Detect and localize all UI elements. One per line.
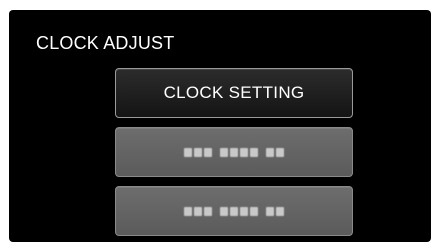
blurred-option-label	[184, 147, 284, 157]
clock-setting-button[interactable]: CLOCK SETTING	[115, 68, 353, 118]
clock-setting-label: CLOCK SETTING	[163, 83, 305, 102]
menu-option-3-button[interactable]	[115, 186, 353, 236]
menu-option-2-button[interactable]	[115, 127, 353, 177]
blurred-option-label	[184, 206, 284, 216]
clock-adjust-screen: CLOCK ADJUST CLOCK SETTING	[9, 10, 431, 242]
page-title: CLOCK ADJUST	[36, 33, 175, 53]
